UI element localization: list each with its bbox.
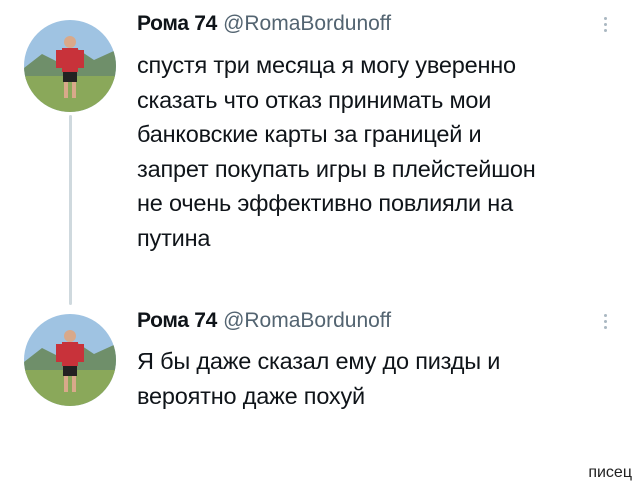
more-options-icon[interactable]: [598, 14, 612, 40]
avatar-photo: [24, 314, 116, 406]
display-name[interactable]: Рома 74: [137, 12, 217, 35]
tweet-text: Я бы даже сказал ему до пизды и вероятно…: [137, 348, 501, 409]
tweet-header: Рома 74 @RomaBordunoff: [137, 308, 391, 334]
display-name[interactable]: Рома 74: [137, 309, 217, 332]
avatar-photo: [24, 20, 116, 112]
tweet-header: Рома 74 @RomaBordunoff: [137, 11, 391, 37]
user-handle[interactable]: @RomaBordunoff: [223, 309, 391, 332]
avatar[interactable]: [24, 314, 116, 406]
more-options-icon[interactable]: [598, 311, 612, 337]
tweet-text: спустя три месяца я могу уверенно сказат…: [137, 52, 536, 251]
thread-line: [69, 115, 72, 305]
user-handle[interactable]: @RomaBordunoff: [223, 12, 391, 35]
watermark: писец: [588, 464, 632, 481]
avatar[interactable]: [24, 20, 116, 112]
